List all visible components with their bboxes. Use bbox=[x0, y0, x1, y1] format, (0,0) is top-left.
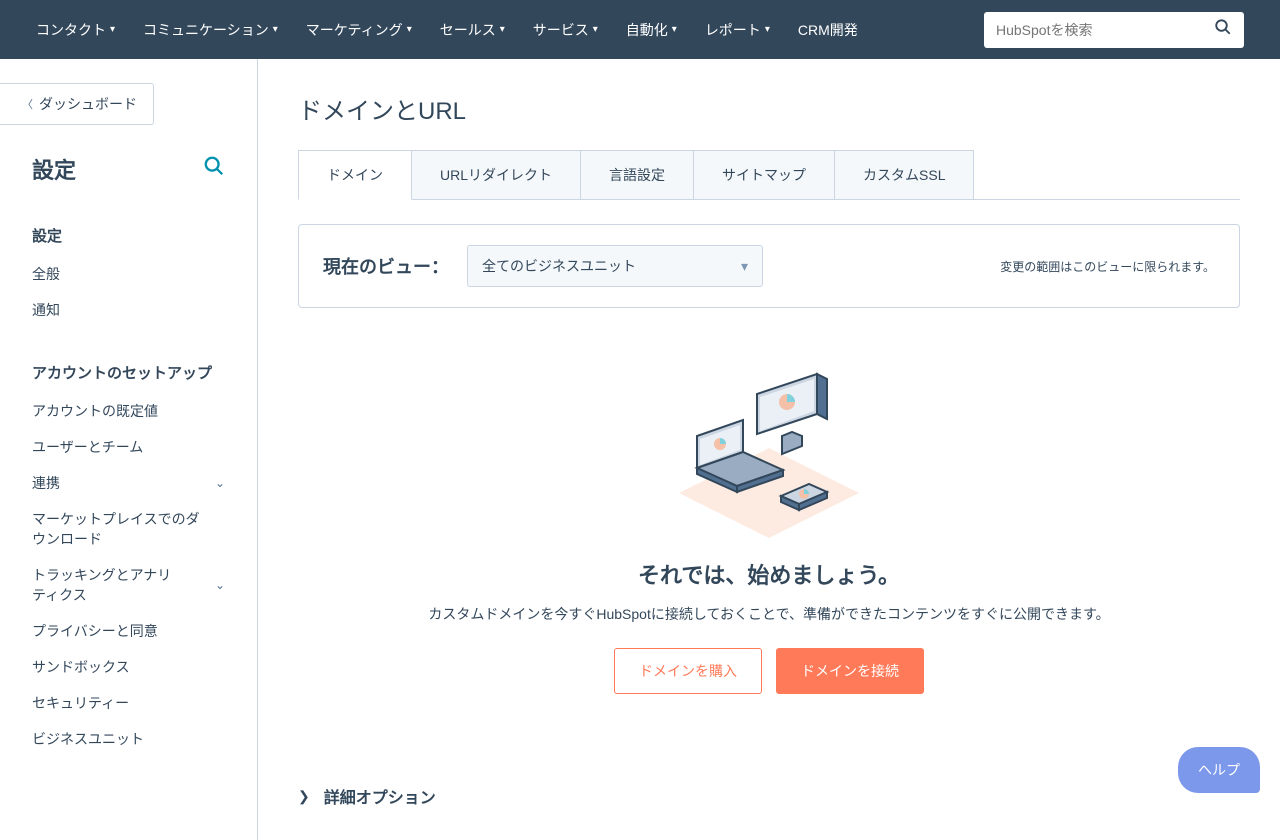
view-label: 現在のビュー： bbox=[323, 253, 449, 279]
nav-marketing[interactable]: マーケティング▾ bbox=[306, 20, 412, 40]
sidebar-item-privacy[interactable]: プライバシーと同意 bbox=[0, 613, 257, 649]
nav-menu: コンタクト▾ コミュニケーション▾ マーケティング▾ セールス▾ サービス▾ 自… bbox=[36, 20, 984, 40]
nav-reports[interactable]: レポート▾ bbox=[705, 20, 770, 40]
chevron-down-icon: ▾ bbox=[407, 24, 412, 35]
help-button[interactable]: ヘルプ bbox=[1178, 747, 1260, 793]
buy-domain-button[interactable]: ドメインを購入 bbox=[614, 648, 762, 694]
tab-custom-ssl[interactable]: カスタムSSL bbox=[834, 150, 974, 199]
chevron-down-icon: ▾ bbox=[765, 24, 770, 35]
details-label: 詳細オプション bbox=[324, 784, 436, 808]
chevron-right-icon: ❯ bbox=[298, 788, 310, 805]
settings-header: 設定 bbox=[0, 153, 257, 209]
tabs: ドメイン URLリダイレクト 言語設定 サイトマップ カスタムSSL bbox=[298, 150, 1240, 200]
devices-illustration-icon bbox=[669, 368, 869, 538]
chevron-down-icon: ⌄ bbox=[215, 578, 225, 592]
sidebar-item-account-defaults[interactable]: アカウントの既定値 bbox=[0, 393, 257, 429]
section-title-account-setup: アカウントのセットアップ bbox=[0, 346, 257, 393]
top-navigation: コンタクト▾ コミュニケーション▾ マーケティング▾ セールス▾ サービス▾ 自… bbox=[0, 0, 1280, 59]
search-icon bbox=[1214, 18, 1232, 41]
sidebar-item-tracking[interactable]: トラッキングとアナリティクス⌄ bbox=[0, 557, 257, 613]
chevron-down-icon: ▾ bbox=[593, 24, 598, 35]
view-select[interactable]: 全てのビジネスユニット ▾ bbox=[467, 245, 763, 287]
nav-crm-dev[interactable]: CRM開発 bbox=[798, 20, 858, 40]
sidebar-item-general[interactable]: 全般 bbox=[0, 256, 257, 292]
search-icon[interactable] bbox=[203, 155, 225, 183]
chevron-down-icon: ▾ bbox=[110, 24, 115, 35]
empty-state: それでは、始めましょう。 カスタムドメインを今すぐHubSpotに接続しておくこ… bbox=[409, 368, 1129, 694]
sidebar-item-notifications[interactable]: 通知 bbox=[0, 292, 257, 328]
empty-description: カスタムドメインを今すぐHubSpotに接続しておくことで、準備ができたコンテン… bbox=[409, 604, 1129, 624]
main-content: ドメインとURL ドメイン URLリダイレクト 言語設定 サイトマップ カスタム… bbox=[258, 59, 1280, 840]
nav-communication[interactable]: コミュニケーション▾ bbox=[143, 20, 278, 40]
sidebar-item-business-unit[interactable]: ビジネスユニット bbox=[0, 721, 257, 757]
tab-domain[interactable]: ドメイン bbox=[298, 150, 412, 200]
chevron-down-icon: ▾ bbox=[741, 258, 748, 275]
chevron-down-icon: ⌄ bbox=[215, 476, 225, 490]
connect-domain-button[interactable]: ドメインを接続 bbox=[776, 648, 924, 694]
view-select-value: 全てのビジネスユニット bbox=[482, 256, 636, 276]
tab-url-redirect[interactable]: URLリダイレクト bbox=[411, 150, 581, 199]
tab-language[interactable]: 言語設定 bbox=[580, 150, 694, 199]
nav-automation[interactable]: 自動化▾ bbox=[626, 20, 677, 40]
back-to-dashboard-button[interactable]: 〈 ダッシュボード bbox=[0, 83, 154, 125]
sidebar-item-security[interactable]: セキュリティー bbox=[0, 685, 257, 721]
chevron-down-icon: ▾ bbox=[672, 24, 677, 35]
page-title: ドメインとURL bbox=[298, 91, 1240, 126]
chevron-down-icon: ▾ bbox=[273, 24, 278, 35]
sidebar-item-integrations[interactable]: 連携⌄ bbox=[0, 465, 257, 501]
empty-title: それでは、始めましょう。 bbox=[409, 558, 1129, 590]
view-selector-panel: 現在のビュー： 全てのビジネスユニット ▾ 変更の範囲はこのビューに限られます。 bbox=[298, 224, 1240, 308]
sidebar: 〈 ダッシュボード 設定 設定 全般 通知 アカウントのセットアップ アカウント… bbox=[0, 59, 258, 840]
nav-service[interactable]: サービス▾ bbox=[533, 20, 598, 40]
nav-contacts[interactable]: コンタクト▾ bbox=[36, 20, 115, 40]
details-toggle[interactable]: ❯ 詳細オプション bbox=[298, 784, 1240, 808]
sidebar-item-marketplace[interactable]: マーケットプレイスでのダウンロード bbox=[0, 501, 257, 557]
sidebar-title: 設定 bbox=[32, 153, 76, 185]
section-title-settings: 設定 bbox=[0, 209, 257, 256]
empty-actions: ドメインを購入 ドメインを接続 bbox=[409, 648, 1129, 694]
chevron-left-icon: 〈 bbox=[22, 96, 33, 112]
nav-sales[interactable]: セールス▾ bbox=[440, 20, 505, 40]
search-input[interactable] bbox=[996, 22, 1214, 38]
back-label: ダッシュボード bbox=[39, 94, 137, 114]
search-box[interactable] bbox=[984, 12, 1244, 48]
view-note: 変更の範囲はこのビューに限られます。 bbox=[1000, 258, 1215, 275]
sidebar-item-users-teams[interactable]: ユーザーとチーム bbox=[0, 429, 257, 465]
tab-sitemap[interactable]: サイトマップ bbox=[693, 150, 835, 199]
sidebar-item-sandbox[interactable]: サンドボックス bbox=[0, 649, 257, 685]
chevron-down-icon: ▾ bbox=[500, 24, 505, 35]
